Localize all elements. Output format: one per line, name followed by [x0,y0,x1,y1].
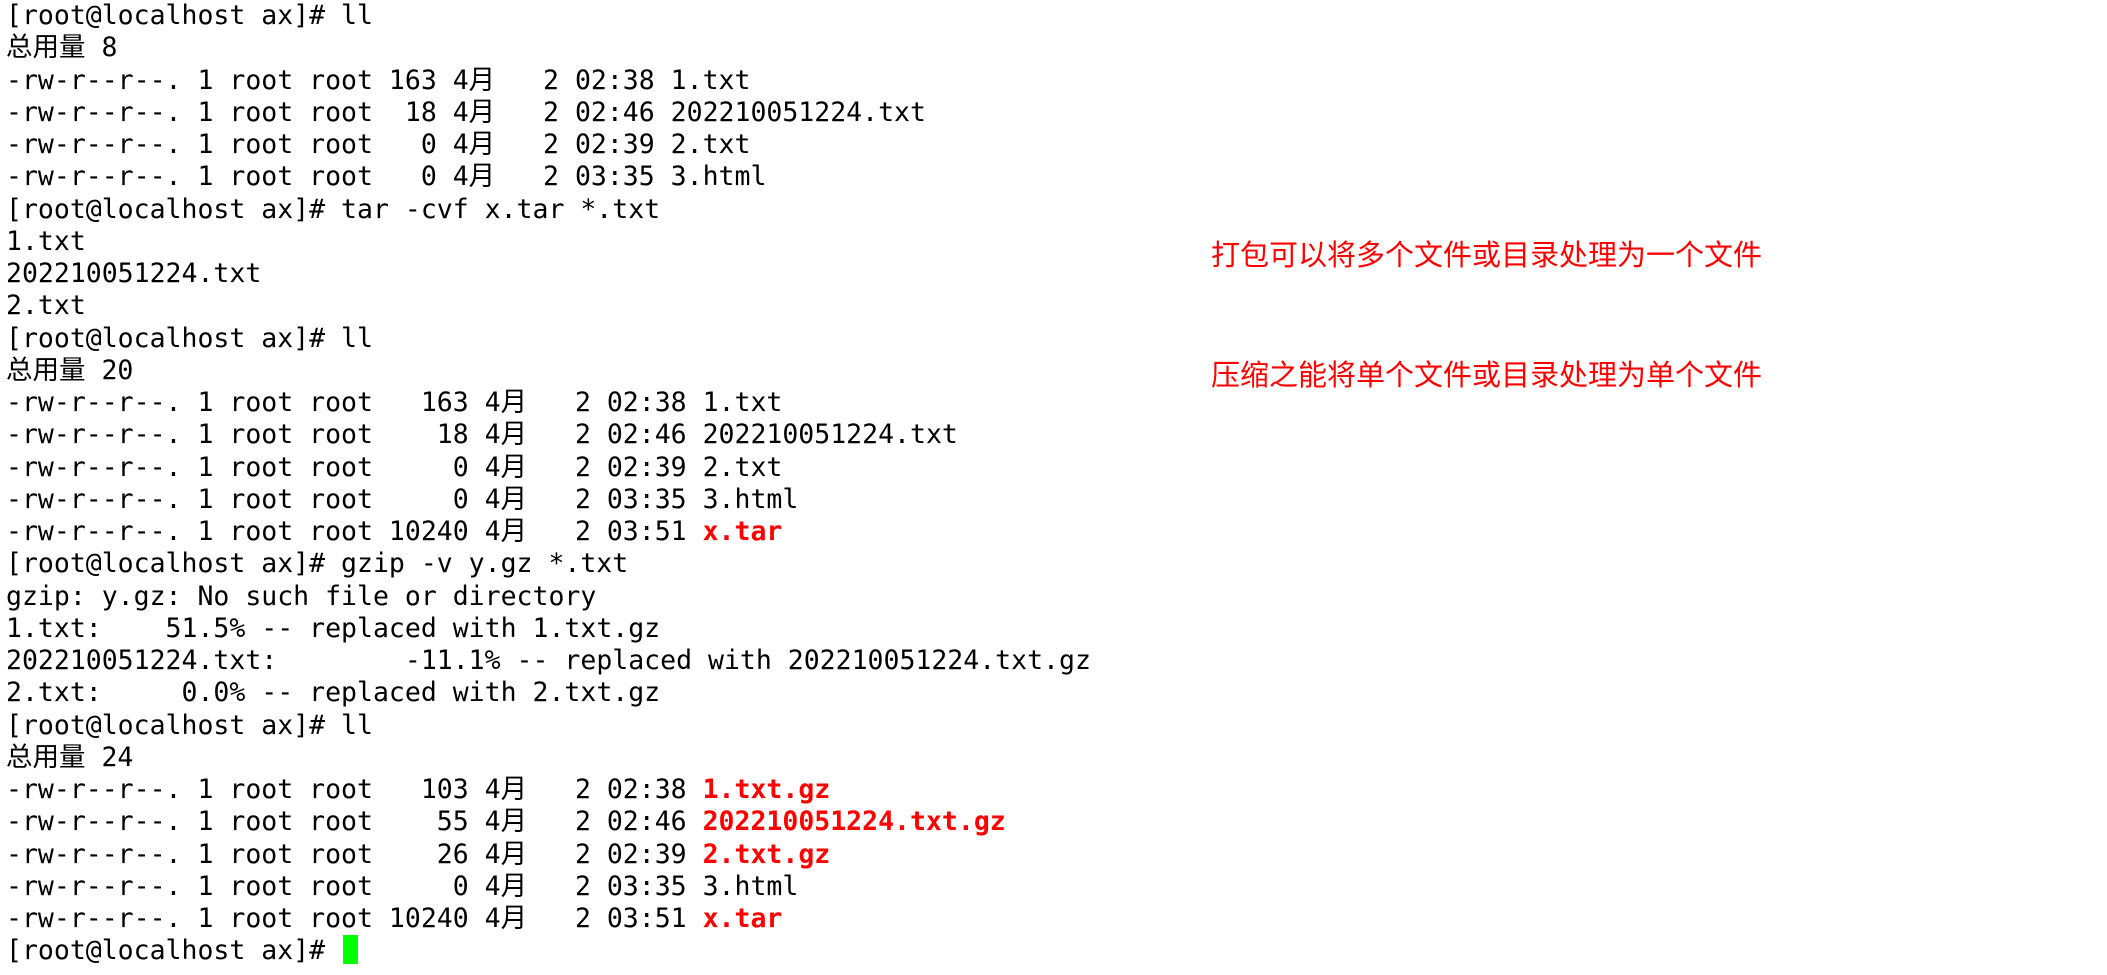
terminal-line-text: -rw-r--r--. 1 root root 163 4月 2 02:38 1… [6,387,783,418]
terminal-line-text: -rw-r--r--. 1 root root 0 4月 2 02:39 2.t… [6,129,751,160]
terminal-line-text: [root@localhost ax]# ll [6,0,373,31]
terminal-line: -rw-r--r--. 1 root root 18 4月 2 02:46 20… [6,97,1091,129]
annotation-line-2: 压缩之能将单个文件或目录处理为单个文件 [1211,358,1763,392]
terminal-line: -rw-r--r--. 1 root root 26 4月 2 02:39 2.… [6,839,1091,871]
terminal-line: 2.txt: 0.0% -- replaced with 2.txt.gz [6,677,1091,709]
shell-prompt: [root@localhost ax]# [6,935,342,967]
terminal-line-text: [root@localhost ax]# ll [6,322,373,354]
terminal-line-text: 2.txt [6,290,86,322]
highlighted-filename: 2.txt.gz [702,838,831,870]
terminal-line: -rw-r--r--. 1 root root 0 4月 2 03:35 3.h… [6,161,1091,193]
terminal-line-text: gzip: y.gz: No such file or directory [6,580,597,612]
terminal-line: -rw-r--r--. 1 root root 0 4月 2 02:39 2.t… [6,129,1091,161]
terminal-line: 总用量 20 [6,355,1091,387]
terminal-line: [root@localhost ax]# gzip -v y.gz *.txt [6,548,1091,580]
terminal-line: -rw-r--r--. 1 root root 0 4月 2 03:35 3.h… [6,484,1091,516]
highlighted-filename: x.tar [702,516,783,547]
cursor-block-icon [343,935,359,965]
terminal-line-text: 2.txt: 0.0% -- replaced with 2.txt.gz [6,677,661,709]
terminal-line-text: [root@localhost ax]# gzip -v y.gz *.txt [6,548,629,580]
terminal-line-text: -rw-r--r--. 1 root root 0 4月 2 02:39 2.t… [6,451,783,483]
terminal-line-text: -rw-r--r--. 1 root root 0 4月 2 03:35 3.h… [6,483,799,515]
terminal-line-text: -rw-r--r--. 1 root root 10240 4月 2 03:51 [6,516,703,547]
terminal-line: 总用量 24 [6,742,1091,774]
terminal-line: -rw-r--r--. 1 root root 10240 4月 2 03:51… [6,516,1091,548]
annotation-note: 打包可以将多个文件或目录处理为一个文件 压缩之能将单个文件或目录处理为单个文件 [1211,155,1762,435]
terminal-line: -rw-r--r--. 1 root root 163 4月 2 02:38 1… [6,65,1091,97]
highlighted-filename: 202210051224.txt.gz [702,806,1006,838]
terminal-line: gzip: y.gz: No such file or directory [6,581,1091,613]
terminal-line-text: [root@localhost ax]# tar -cvf x.tar *.tx… [6,193,661,225]
terminal-line: 202210051224.txt [6,258,1091,290]
terminal-line-text: 总用量 20 [6,354,134,386]
terminal-prompt-line[interactable]: [root@localhost ax]# [6,935,1091,967]
terminal-line: 2.txt [6,290,1091,322]
terminal-line-text: 总用量 8 [6,32,118,64]
terminal-line-text: 202210051224.txt [6,258,262,289]
terminal-line-text: -rw-r--r--. 1 root root 10240 4月 2 03:51 [6,903,703,934]
highlighted-filename: x.tar [702,903,783,934]
terminal-line: 1.txt: 51.5% -- replaced with 1.txt.gz [6,613,1091,645]
terminal-line: 总用量 8 [6,32,1091,64]
terminal-line: -rw-r--r--. 1 root root 163 4月 2 02:38 1… [6,387,1091,419]
terminal-line: [root@localhost ax]# ll [6,710,1091,742]
terminal-line-text: -rw-r--r--. 1 root root 18 4月 2 02:46 20… [6,419,958,451]
terminal-line: [root@localhost ax]# ll [6,0,1091,32]
terminal-line: 202210051224.txt: -11.1% -- replaced wit… [6,645,1091,677]
terminal-line: -rw-r--r--. 1 root root 10240 4月 2 03:51… [6,903,1091,935]
terminal-line: [root@localhost ax]# ll [6,323,1091,355]
terminal-line-text: -rw-r--r--. 1 root root 0 4月 2 03:35 3.h… [6,161,767,193]
terminal-line: -rw-r--r--. 1 root root 0 4月 2 02:39 2.t… [6,452,1091,484]
terminal-line-text: 总用量 24 [6,741,134,773]
highlighted-filename: 1.txt.gz [702,774,831,805]
terminal-line-text: 1.txt [6,225,86,257]
terminal-line-text: -rw-r--r--. 1 root root 26 4月 2 02:39 [6,838,703,870]
terminal-line-text: -rw-r--r--. 1 root root 55 4月 2 02:46 [6,806,703,838]
terminal-line-text: [root@localhost ax]# ll [6,709,373,741]
terminal-line: -rw-r--r--. 1 root root 55 4月 2 02:46 20… [6,806,1091,838]
terminal-line: -rw-r--r--. 1 root root 0 4月 2 03:35 3.h… [6,871,1091,903]
terminal-line-text: -rw-r--r--. 1 root root 103 4月 2 02:38 [6,774,703,805]
terminal-line-text: -rw-r--r--. 1 root root 18 4月 2 02:46 20… [6,96,926,128]
terminal-line: [root@localhost ax]# tar -cvf x.tar *.tx… [6,194,1091,226]
terminal-line-text: 1.txt: 51.5% -- replaced with 1.txt.gz [6,612,661,644]
terminal-line-text: 202210051224.txt: -11.1% -- replaced wit… [6,645,1091,676]
terminal-line: -rw-r--r--. 1 root root 103 4月 2 02:38 1… [6,774,1091,806]
terminal-output[interactable]: [root@localhost ax]# ll 总用量 8 -rw-r--r--. … [6,0,1091,968]
terminal-line: 1.txt [6,226,1091,258]
terminal-line: -rw-r--r--. 1 root root 18 4月 2 02:46 20… [6,419,1091,451]
annotation-line-1: 打包可以将多个文件或目录处理为一个文件 [1211,238,1763,272]
terminal-line-text: -rw-r--r--. 1 root root 0 4月 2 03:35 3.h… [6,870,799,902]
terminal-line-text: -rw-r--r--. 1 root root 163 4月 2 02:38 1… [6,64,751,96]
